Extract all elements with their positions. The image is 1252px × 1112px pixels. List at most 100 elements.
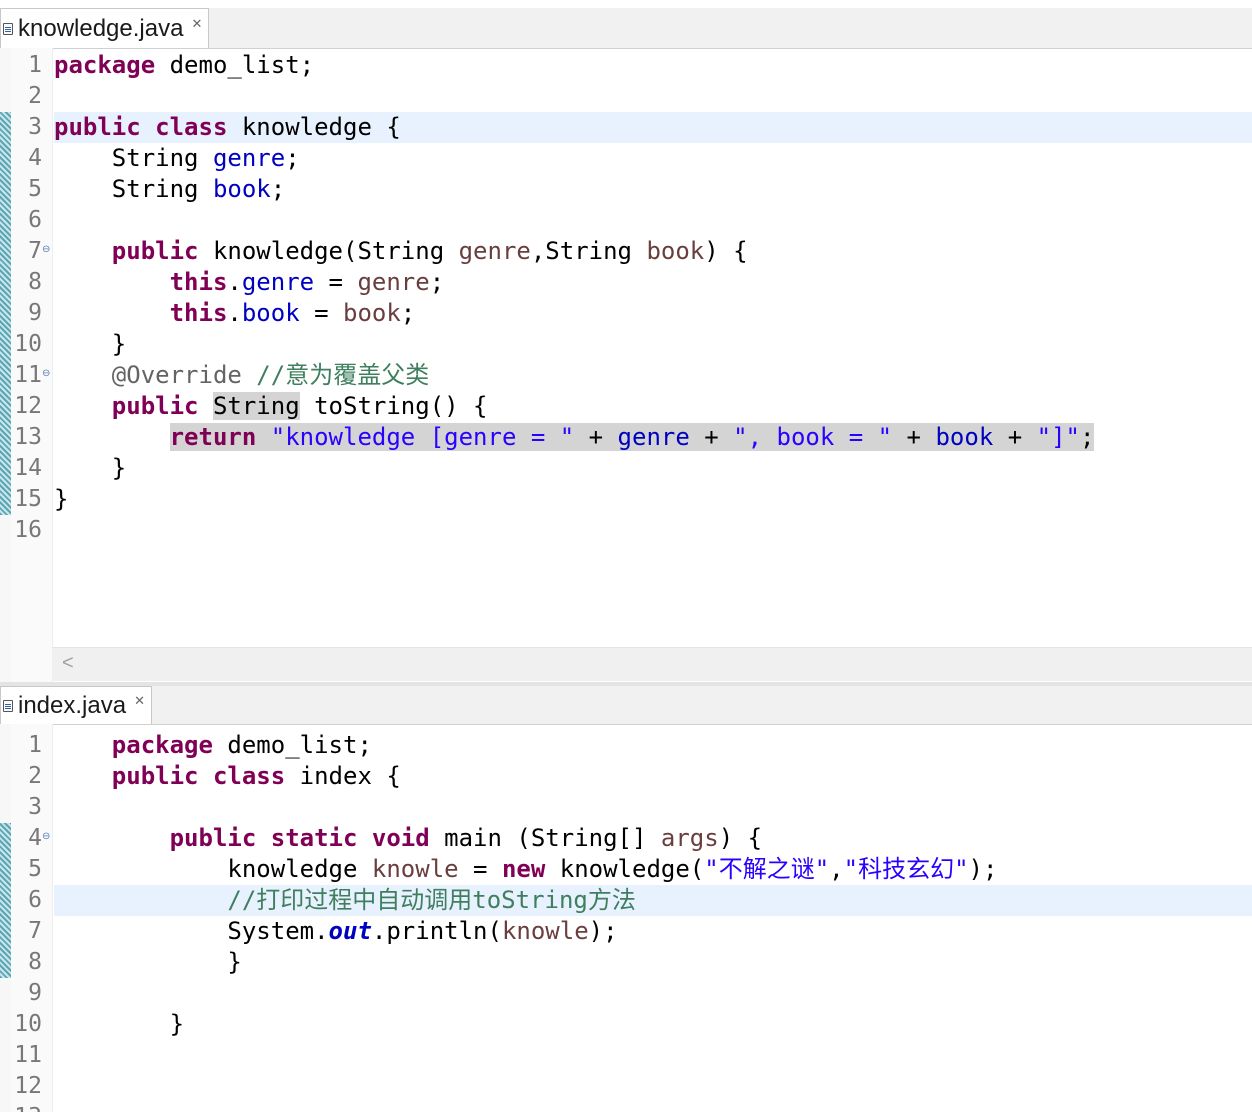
code-content[interactable]: [54, 515, 1252, 546]
code-content[interactable]: String book;: [54, 174, 1252, 205]
code-text: +: [689, 423, 734, 451]
knowledge-java-editor: knowledge.java ✕ 1 package demo_list; 2 3 pu…: [0, 8, 1252, 682]
code-content[interactable]: }: [54, 453, 1252, 484]
code-line[interactable]: 12 public String toString() {: [0, 391, 1252, 422]
code-text: knowledge: [54, 855, 372, 883]
code-content[interactable]: public class index {: [54, 761, 1252, 792]
string-literal-token: "科技玄幻": [843, 855, 969, 883]
code-content[interactable]: this.book = book;: [54, 298, 1252, 329]
code-line[interactable]: 8 this.genre = genre;: [0, 267, 1252, 298]
line-number: 6: [28, 207, 42, 233]
code-text: knowledge(String: [198, 237, 459, 265]
scroll-left-icon[interactable]: <: [62, 652, 74, 675]
code-line[interactable]: 12: [0, 1071, 1252, 1102]
close-tab-icon[interactable]: ✕: [134, 693, 145, 709]
code-line[interactable]: 11: [0, 1040, 1252, 1071]
static-field-token: out: [328, 917, 372, 945]
code-text: toString() {: [299, 392, 488, 420]
close-tab-icon[interactable]: ✕: [191, 16, 202, 32]
code-line[interactable]: 13 return "knowledge [genre = " + genre …: [0, 422, 1252, 453]
code-text: ,: [829, 855, 844, 883]
fold-toggle-icon[interactable]: ⊖: [42, 832, 50, 842]
code-line[interactable]: 3: [0, 792, 1252, 823]
code-line[interactable]: 13: [0, 1102, 1252, 1112]
code-line[interactable]: 9: [0, 978, 1252, 1009]
code-line[interactable]: 8 }: [0, 947, 1252, 978]
line-number: 15: [14, 486, 42, 512]
code-content[interactable]: [54, 1102, 1252, 1112]
code-text: ;: [285, 144, 300, 172]
code-content[interactable]: String genre;: [54, 143, 1252, 174]
code-line[interactable]: 10 }: [0, 329, 1252, 360]
code-content[interactable]: public class knowledge {: [54, 112, 1252, 143]
code-content[interactable]: }: [54, 1009, 1252, 1040]
code-line[interactable]: 14 }: [0, 453, 1252, 484]
variable-token: genre: [357, 268, 430, 296]
code-line[interactable]: 5 String book;: [0, 174, 1252, 205]
code-line[interactable]: 10 }: [0, 1009, 1252, 1040]
code-content[interactable]: package demo_list;: [54, 50, 1252, 81]
line-number: 3: [28, 114, 42, 140]
code-line[interactable]: 4 String genre;: [0, 143, 1252, 174]
line-number: 16: [14, 517, 42, 543]
code-content[interactable]: [54, 1040, 1252, 1071]
code-content[interactable]: public static void main (String[] args) …: [54, 823, 1252, 854]
code-line[interactable]: 6: [0, 205, 1252, 236]
code-line[interactable]: 1 package demo_list;: [0, 50, 1252, 81]
code-content[interactable]: System.out.println(knowle);: [54, 916, 1252, 947]
comment-token: //打印过程中自动调用toString方法: [227, 886, 636, 914]
string-literal-token: "不解之谜": [704, 855, 830, 883]
code-content[interactable]: this.genre = genre;: [54, 267, 1252, 298]
code-content[interactable]: [54, 978, 1252, 1009]
code-content[interactable]: return "knowledge [genre = " + genre + "…: [54, 422, 1252, 453]
code-line[interactable]: 15}: [0, 484, 1252, 515]
code-content[interactable]: [54, 205, 1252, 236]
code-content[interactable]: public String toString() {: [54, 391, 1252, 422]
code-line[interactable]: 5 knowledge knowle = new knowledge("不解之谜…: [0, 854, 1252, 885]
code-content[interactable]: public knowledge(String genre,String boo…: [54, 236, 1252, 267]
horizontal-scrollbar[interactable]: <: [52, 647, 1252, 681]
code-line[interactable]: 11 ⊖ @Override //意为覆盖父类: [0, 360, 1252, 391]
code-content[interactable]: [54, 792, 1252, 823]
code-line[interactable]: 7 ⊖ public knowledge(String genre,String …: [0, 236, 1252, 267]
line-number: 9: [28, 300, 42, 326]
code-content[interactable]: }: [54, 484, 1252, 515]
code-content[interactable]: [54, 1071, 1252, 1102]
field-token: genre: [212, 144, 286, 172]
variable-token: knowle: [501, 917, 589, 945]
code-content[interactable]: package demo_list;: [54, 730, 1252, 761]
code-text: .println(: [371, 917, 502, 945]
code-line[interactable]: 16: [0, 515, 1252, 546]
field-token: book: [241, 299, 300, 327]
code-text: +: [892, 423, 936, 451]
code-content[interactable]: knowledge knowle = new knowledge("不解之谜",…: [54, 854, 1252, 885]
code-content[interactable]: //打印过程中自动调用toString方法: [54, 885, 1252, 916]
tab-index-java[interactable]: index.java ✕: [0, 686, 152, 724]
tab-knowledge-java[interactable]: knowledge.java ✕: [0, 8, 210, 48]
code-text: }: [54, 1010, 185, 1038]
code-line[interactable]: 1 package demo_list;: [0, 730, 1252, 761]
code-line[interactable]: 4 ⊖ public static void main (String[] arg…: [0, 823, 1252, 854]
fold-toggle-icon[interactable]: ⊖: [42, 369, 50, 379]
selected-statement[interactable]: return "knowledge [genre = " + genre + "…: [169, 423, 1095, 451]
code-content[interactable]: }: [54, 947, 1252, 978]
line-number: 13: [14, 424, 42, 450]
code-content[interactable]: [54, 81, 1252, 112]
code-content[interactable]: }: [54, 329, 1252, 360]
string-literal-token: "]": [1036, 423, 1080, 451]
code-line[interactable]: 9 this.book = book;: [0, 298, 1252, 329]
code-line[interactable]: 2: [0, 81, 1252, 112]
keyword-token: package: [54, 51, 156, 79]
code-line[interactable]: 3 public class knowledge {: [0, 112, 1252, 143]
fold-toggle-icon[interactable]: ⊖: [42, 245, 50, 255]
keyword-token: public: [111, 392, 199, 420]
line-number: 8: [28, 269, 42, 295]
code-content[interactable]: @Override //意为覆盖父类: [54, 360, 1252, 391]
code-line[interactable]: 7 System.out.println(knowle);: [0, 916, 1252, 947]
code-line[interactable]: 2 public class index {: [0, 761, 1252, 792]
code-line[interactable]: 6 //打印过程中自动调用toString方法: [0, 885, 1252, 916]
